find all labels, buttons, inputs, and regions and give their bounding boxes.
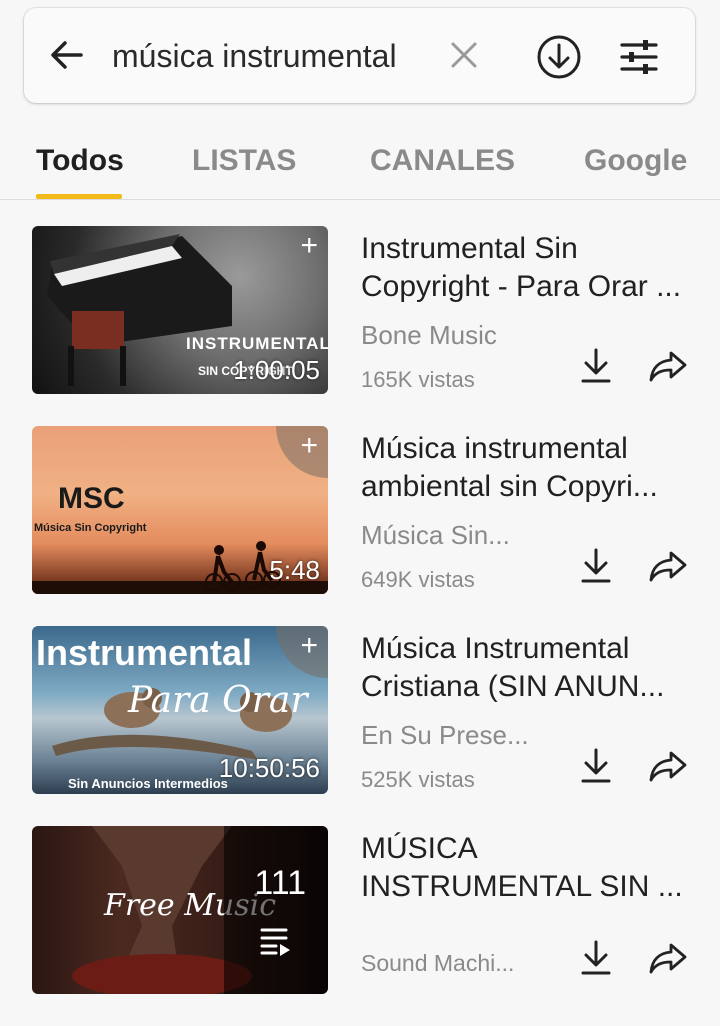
playlist-title-line: INSTRUMENTAL SIN ... bbox=[361, 870, 683, 903]
share-icon[interactable] bbox=[648, 346, 688, 386]
tab-bar: Todos LISTAS CANALES Google bbox=[0, 118, 720, 200]
search-bar: música instrumental bbox=[24, 8, 695, 103]
tab-listas[interactable]: LISTAS bbox=[192, 144, 296, 178]
share-icon[interactable] bbox=[648, 938, 688, 978]
video-thumbnail[interactable]: Instrumental Para Orar Sin Anuncios Inte… bbox=[32, 626, 328, 794]
view-count: 165K vistas bbox=[361, 367, 475, 392]
sliders-icon[interactable] bbox=[618, 36, 660, 78]
thumbnail-caption: MSC bbox=[58, 482, 125, 515]
back-arrow-icon[interactable] bbox=[46, 35, 86, 75]
view-count: 525K vistas bbox=[361, 767, 475, 792]
video-duration: 5:48 bbox=[269, 555, 320, 585]
tab-google[interactable]: Google bbox=[584, 144, 687, 178]
thumbnail-caption: INSTRUMENTAL bbox=[186, 334, 328, 353]
video-title[interactable]: Instrumental Sin Copyright - Para Orar .… bbox=[361, 230, 691, 306]
video-thumbnail[interactable]: MSC Música Sin Copyright + 5:48 bbox=[32, 426, 328, 594]
channel-name[interactable]: Música Sin... bbox=[361, 520, 510, 551]
video-title[interactable]: Música Instrumental Cristiana (SIN ANUN.… bbox=[361, 630, 691, 706]
video-title-line: Música Instrumental bbox=[361, 632, 630, 665]
thumbnail-caption: Sin Anuncios Intermedios bbox=[68, 776, 228, 791]
active-tab-indicator bbox=[36, 194, 122, 199]
video-title[interactable]: Música instrumental ambiental sin Copyri… bbox=[361, 430, 691, 506]
tab-canales[interactable]: CANALES bbox=[370, 144, 515, 178]
download-circle-icon[interactable] bbox=[536, 34, 582, 80]
thumbnail-caption: Instrumental bbox=[36, 632, 253, 673]
video-title-line: Copyright - Para Orar ... bbox=[361, 270, 682, 303]
download-icon[interactable] bbox=[576, 546, 616, 586]
playlist-icon bbox=[260, 926, 292, 961]
playlist-title[interactable]: MÚSICA INSTRUMENTAL SIN ... bbox=[361, 830, 691, 906]
download-icon[interactable] bbox=[576, 346, 616, 386]
video-title-line: Instrumental Sin bbox=[361, 232, 578, 265]
view-count: 649K vistas bbox=[361, 567, 475, 592]
result-item[interactable]: MSC Música Sin Copyright + 5:48 Música i… bbox=[0, 426, 720, 596]
video-title-line: ambiental sin Copyri... bbox=[361, 470, 658, 503]
result-item[interactable]: Instrumental Para Orar Sin Anuncios Inte… bbox=[0, 626, 720, 796]
video-duration: 10:50:56 bbox=[218, 753, 320, 783]
download-icon[interactable] bbox=[576, 938, 616, 978]
video-duration: 1:00:05 bbox=[233, 355, 320, 385]
video-title-line: Cristiana (SIN ANUN... bbox=[361, 670, 665, 703]
tab-todos[interactable]: Todos bbox=[36, 144, 124, 178]
playlist-thumbnail[interactable]: Free Music 111 bbox=[32, 826, 328, 994]
close-icon[interactable] bbox=[444, 35, 484, 75]
playlist-title-line: MÚSICA bbox=[361, 832, 478, 865]
video-title-line: Música instrumental bbox=[361, 432, 628, 465]
video-thumbnail[interactable]: INSTRUMENTAL SIN COPYRIGHT + 1:00:05 bbox=[32, 226, 328, 394]
share-icon[interactable] bbox=[648, 746, 688, 786]
channel-name[interactable]: Bone Music bbox=[361, 320, 497, 351]
thumbnail-caption: Para Orar bbox=[128, 680, 308, 721]
channel-name[interactable]: En Su Prese... bbox=[361, 720, 529, 751]
search-input[interactable]: música instrumental bbox=[112, 38, 397, 75]
result-item[interactable]: Free Music 111 MÚSICA INSTRUMENTAL SIN .… bbox=[0, 826, 720, 996]
channel-name[interactable]: Sound Machi... bbox=[361, 950, 514, 977]
result-item[interactable]: INSTRUMENTAL SIN COPYRIGHT + 1:00:05 Ins… bbox=[0, 226, 720, 396]
share-icon[interactable] bbox=[648, 546, 688, 586]
playlist-overlay bbox=[224, 826, 328, 994]
thumbnail-caption: Música Sin Copyright bbox=[34, 522, 147, 534]
playlist-count: 111 bbox=[254, 864, 306, 902]
download-icon[interactable] bbox=[576, 746, 616, 786]
